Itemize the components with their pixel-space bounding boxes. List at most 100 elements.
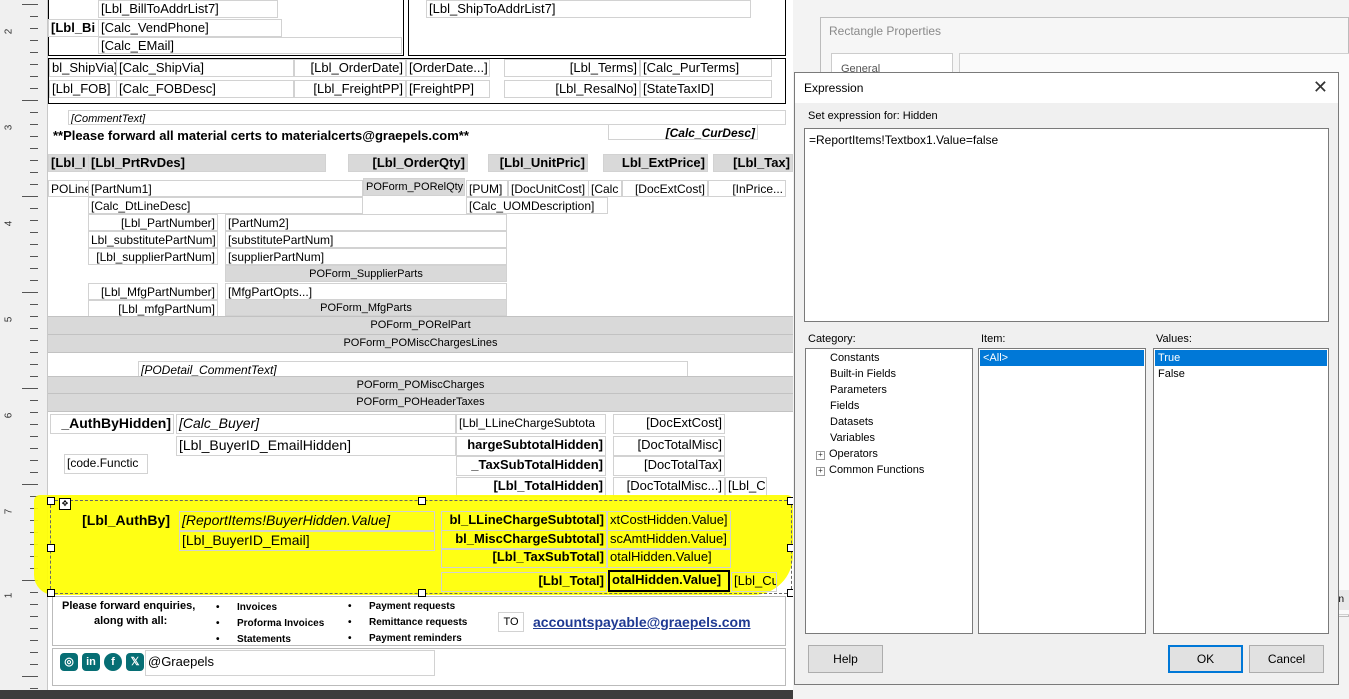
forward-certs-text[interactable]: **Please forward all material certs to m… <box>50 127 490 145</box>
accounts-payable-email[interactable]: accountspayable@graepels.com <box>530 613 780 633</box>
lbl-mfgpartnumber[interactable]: [Lbl_MfgPartNumber] <box>88 283 218 300</box>
lbl-mfgpartnum[interactable]: [Lbl_mfgPartNum] <box>88 300 218 317</box>
poline[interactable]: POLine <box>48 180 90 197</box>
values-list[interactable]: True False <box>1153 348 1329 634</box>
code-function[interactable]: [code.Functic <box>64 454 148 474</box>
pum[interactable]: [PUM] <box>466 180 508 197</box>
resize-handle[interactable] <box>418 497 426 505</box>
docextcost[interactable]: [DocExtCost] <box>622 180 708 197</box>
taxtotal-hidden-value[interactable]: otalHidden.Value] <box>607 548 731 568</box>
lbl-c-hidden[interactable]: [Lbl_C <box>725 477 767 497</box>
mfgpartopts[interactable]: [MfgPartOpts...] <box>225 283 507 300</box>
inprice[interactable]: [InPrice... <box>708 180 786 197</box>
orderdate[interactable]: [OrderDate...] <box>406 59 490 77</box>
total-hidden-value-selected[interactable]: otalHidden.Value] <box>608 570 730 592</box>
freightpp[interactable]: [FreightPP] <box>406 80 490 98</box>
lbl-substitutepartnum[interactable]: Lbl_substitutePartNum] <box>88 231 218 248</box>
calc-uomdescription[interactable]: [Calc_UOMDescription] <box>466 197 608 214</box>
resize-handle[interactable] <box>418 589 426 597</box>
lbl-llinechargesubtotal[interactable]: bl_LLineChargeSubtotal] <box>441 511 607 531</box>
lbl-terms[interactable]: [Lbl_Terms] <box>504 59 640 77</box>
category-list[interactable]: Constants Built-in Fields Parameters Fie… <box>805 348 973 634</box>
vend-phone[interactable]: [Calc_VendPhone] <box>98 19 282 37</box>
selected-rectangle[interactable]: ✥ [Lbl_AuthBy] [ReportItems!BuyerHidden.… <box>47 497 795 597</box>
lbl-totalhidden[interactable]: [Lbl_TotalHidden] <box>456 477 606 497</box>
move-handle-icon[interactable]: ✥ <box>59 498 71 510</box>
col-orderqty[interactable]: [Lbl_OrderQty] <box>348 154 468 172</box>
ship-to-addr7[interactable]: [Lbl_ShipToAddrList7] <box>426 0 751 18</box>
lbl-resalno[interactable]: [Lbl_ResalNo] <box>504 80 640 98</box>
cancel-button[interactable]: Cancel <box>1249 645 1324 673</box>
buyer-hidden-value[interactable]: [ReportItems!BuyerHidden.Value] <box>179 511 435 531</box>
lbl-authby[interactable]: [Lbl_AuthBy] <box>71 511 173 531</box>
category-builtin-fields[interactable]: Built-in Fields <box>806 366 972 382</box>
calc-dtlinedesc[interactable]: [Calc_DtLineDesc] <box>88 197 363 214</box>
lbl-miscchargesubtotal[interactable]: bl_MiscChargeSubtotal] <box>441 530 607 550</box>
help-button[interactable]: Help <box>808 645 883 673</box>
extcost-hidden-value[interactable]: xtCostHidden.Value] <box>607 511 731 531</box>
miscamt-hidden-value[interactable]: scAmtHidden.Value] <box>607 530 731 550</box>
doctotalmisc-hidden[interactable]: [DocTotalMisc] <box>613 436 725 456</box>
lbl-llinechargesubtota[interactable]: [Lbl_LLineChargeSubtota <box>456 414 606 434</box>
lbl-fob[interactable]: [Lbl_FOB] <box>49 80 117 98</box>
poform-supplierparts[interactable]: POForm_SupplierParts <box>225 265 507 282</box>
graepels-handle[interactable]: @Graepels <box>145 650 435 676</box>
category-constants[interactable]: Constants <box>806 350 972 366</box>
poform-porelpart[interactable]: POForm_PORelPart <box>48 316 793 335</box>
lbl-taxsubtotal[interactable]: [Lbl_TaxSubTotal] <box>441 548 607 568</box>
col-unitpric[interactable]: [Lbl_UnitPric] <box>488 154 588 172</box>
col-tax[interactable]: [Lbl_Tax] <box>713 154 793 172</box>
substitutepartnum[interactable]: [substitutePartNum] <box>225 231 507 248</box>
expression-editor[interactable]: =ReportItems!Textbox1.Value=false <box>804 128 1329 322</box>
doctotalmisc2-hidden[interactable]: [DocTotalMisc...] <box>613 477 725 497</box>
value-false[interactable]: False <box>1155 366 1327 382</box>
lbl-supplierpartnum[interactable]: [Lbl_supplierPartNum] <box>88 248 218 265</box>
calc-shipvia[interactable]: [Calc_ShipVia] <box>116 59 294 77</box>
calc-purterms[interactable]: [Calc_PurTerms] <box>640 59 772 77</box>
category-fields[interactable]: Fields <box>806 398 972 414</box>
lbl-buyerid-email[interactable]: [Lbl_BuyerID_Email] <box>179 531 435 551</box>
category-variables[interactable]: Variables <box>806 430 972 446</box>
calc-cell[interactable]: [Calc <box>588 180 622 197</box>
ok-button[interactable]: OK <box>1168 645 1243 673</box>
to-label[interactable]: TO <box>498 612 524 632</box>
col-extprice[interactable]: Lbl_ExtPrice] <box>603 154 708 172</box>
resize-handle[interactable] <box>47 544 55 552</box>
lbl-shipvia[interactable]: bl_ShipVia] <box>49 59 117 77</box>
poform-porelqty[interactable]: POForm_PORelQty <box>363 178 465 196</box>
poform-mfgparts[interactable]: POForm_MfgParts <box>225 299 507 316</box>
item-all[interactable]: <All> <box>980 350 1144 366</box>
category-datasets[interactable]: Datasets <box>806 414 972 430</box>
col-lbl-line[interactable]: [Lbl_l <box>48 154 90 172</box>
item-list[interactable]: <All> <box>978 348 1146 634</box>
partnum2[interactable]: [PartNum2] <box>225 214 507 231</box>
lbl-orderdate[interactable]: [Lbl_OrderDate] <box>294 59 406 77</box>
calc-email[interactable]: [Calc_EMail] <box>98 37 402 54</box>
doctotaltax-hidden[interactable]: [DocTotalTax] <box>613 456 725 476</box>
lbl-freightpp[interactable]: [Lbl_FreightPP] <box>294 80 406 98</box>
expand-icon[interactable]: + <box>816 467 825 476</box>
tax-subtotal-hidden[interactable]: _TaxSubTotalHidden] <box>456 456 606 476</box>
close-icon[interactable]: ✕ <box>1313 77 1328 98</box>
poform-poheadertaxes[interactable]: POForm_POHeaderTaxes <box>48 393 793 412</box>
expand-icon[interactable]: + <box>816 451 825 460</box>
lbl-total[interactable]: [Lbl_Total] <box>441 572 607 592</box>
resize-handle[interactable] <box>47 497 55 505</box>
poform-pomiscchargeslines[interactable]: POForm_POMiscChargesLines <box>48 334 793 353</box>
col-prtrvdes[interactable]: [Lbl_PrtRvDes] <box>88 154 326 172</box>
podetail-commenttext[interactable]: [PODetail_CommentText] <box>138 361 688 377</box>
calc-buyer[interactable]: [Calc_Buyer] <box>176 414 456 434</box>
calc-fobdesc[interactable]: [Calc_FOBDesc] <box>116 80 294 98</box>
value-true[interactable]: True <box>1155 350 1327 366</box>
docunitcost[interactable]: [DocUnitCost] <box>508 180 590 197</box>
bill-to-addr7[interactable]: [Lbl_BillToAddrList7] <box>98 0 278 18</box>
partnum1[interactable]: [PartNum1] <box>88 180 363 197</box>
category-common-functions[interactable]: + Common Functions <box>806 462 972 478</box>
resize-handle[interactable] <box>47 589 55 597</box>
docextcost-hidden[interactable]: [DocExtCost] <box>613 414 725 434</box>
charge-subtotal-hidden[interactable]: hargeSubtotalHidden] <box>456 436 606 456</box>
supplierpartnum[interactable]: [supplierPartNum] <box>225 248 507 265</box>
calc-curdesc[interactable]: [Calc_CurDesc] <box>608 124 758 140</box>
lbl-bi[interactable]: [Lbl_Bi <box>48 19 100 37</box>
category-parameters[interactable]: Parameters <box>806 382 972 398</box>
